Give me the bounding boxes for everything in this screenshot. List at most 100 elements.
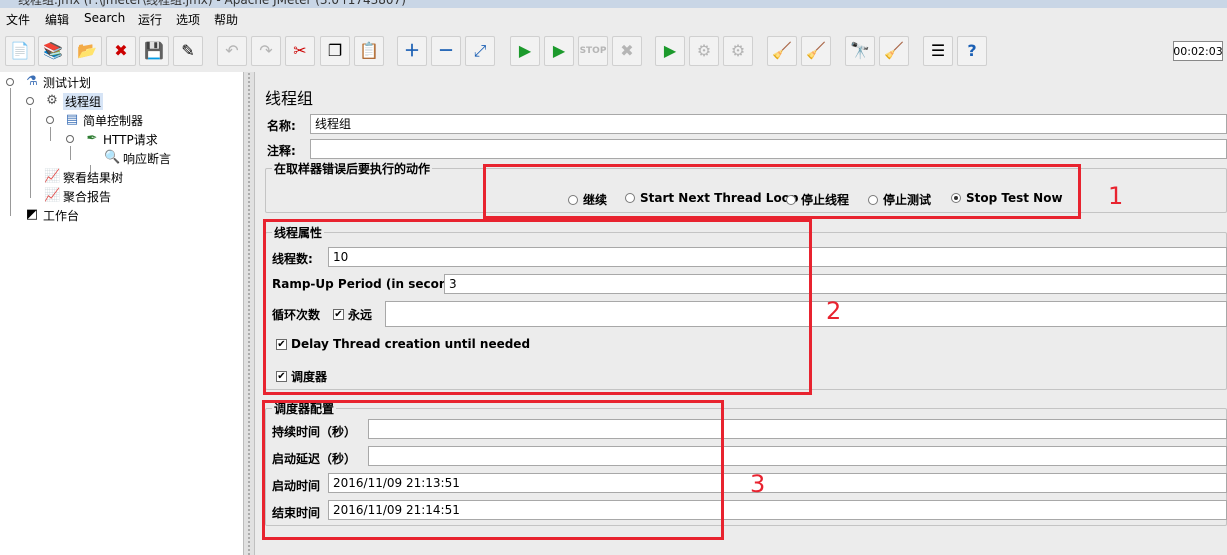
- save-as-button[interactable]: ✎: [173, 36, 203, 66]
- toolbar: 📄 📚 📂 ✖ 💾 ✎ ↶ ↷ ✂ ❐ 📋 ＋ － ⤢ ▶ ▶ STOP ✖ ▶…: [0, 30, 1227, 73]
- menu-file[interactable]: 文件: [6, 11, 30, 28]
- tree-item-test-plan[interactable]: ⚗ 测试计划: [24, 73, 91, 91]
- tree-item-simple-controller[interactable]: ▤ 简单控制器: [64, 111, 143, 129]
- open-button[interactable]: 📂: [72, 36, 102, 66]
- broom-icon: 🧹: [772, 41, 792, 60]
- new-file-icon: 📄: [10, 41, 30, 60]
- tree-expander[interactable]: [26, 97, 34, 105]
- help-icon: ?: [967, 41, 977, 60]
- binoculars-icon: 🔭: [850, 41, 870, 60]
- paste-icon: 📋: [359, 41, 379, 60]
- magnifier-icon: 🔍: [104, 150, 121, 165]
- menu-bar: 文件 编辑 Search 运行 选项 帮助: [0, 8, 1227, 30]
- tree-expander[interactable]: [66, 135, 74, 143]
- remote-play-icon: ▶: [663, 41, 677, 60]
- toggle-button[interactable]: ⤢: [465, 36, 495, 66]
- undo-button[interactable]: ↶: [217, 36, 247, 66]
- close-button[interactable]: ✖: [106, 36, 136, 66]
- close-file-icon: ✖: [114, 41, 128, 60]
- new-button[interactable]: 📄: [5, 36, 35, 66]
- stop-button[interactable]: STOP: [578, 36, 608, 66]
- templates-icon: 📚: [43, 41, 63, 60]
- stop-icon: STOP: [579, 45, 607, 56]
- controller-icon: ▤: [65, 112, 79, 127]
- annotation-box-2: [263, 219, 812, 395]
- search-button[interactable]: 🔭: [845, 36, 875, 66]
- clear-button[interactable]: 🧹: [767, 36, 797, 66]
- folder-icon: 📂: [77, 41, 97, 60]
- scissors-icon: ✂: [293, 41, 307, 60]
- brooms-icon: 🧹: [806, 41, 826, 60]
- minus-icon: －: [437, 41, 454, 60]
- clear-all-button[interactable]: 🧹: [801, 36, 831, 66]
- menu-edit[interactable]: 编辑: [45, 11, 69, 28]
- elapsed-timer: 00:02:03: [1173, 41, 1223, 61]
- shutdown-icon: ✖: [620, 41, 634, 60]
- menu-help[interactable]: 帮助: [214, 11, 238, 28]
- tree-line: [50, 127, 51, 141]
- tree-line: [30, 108, 31, 198]
- copy-button[interactable]: ❐: [320, 36, 350, 66]
- remote-stop-button[interactable]: ⚙: [689, 36, 719, 66]
- sweep-icon: 🧹: [884, 41, 904, 60]
- tree-item-view-results-tree[interactable]: 📈 察看结果树: [44, 168, 123, 186]
- annotation-box-3: [262, 400, 724, 540]
- annotation-number-2: 2: [826, 297, 842, 325]
- tree-line: [70, 146, 71, 160]
- copy-icon: ❐: [327, 41, 343, 60]
- play-no-timer-icon: ▶: [552, 41, 566, 60]
- error-action-legend: 在取样器错误后要执行的动作: [274, 162, 431, 176]
- reset-search-button[interactable]: 🧹: [879, 36, 909, 66]
- remote-shutdown-icon: ⚙: [730, 41, 746, 60]
- tree-line: [10, 88, 11, 216]
- function-helper-button[interactable]: ☰: [923, 36, 953, 66]
- comment-label: 注释:: [267, 144, 296, 158]
- tree-expander[interactable]: [46, 116, 54, 124]
- start-no-pause-button[interactable]: ▶: [544, 36, 574, 66]
- test-plan-tree: ⚗ 测试计划 ⚙ 线程组 ▤ 简单控制器 ✒ HTTP请求 🔍 响应断言 📈 察…: [0, 72, 244, 555]
- cut-button[interactable]: ✂: [285, 36, 315, 66]
- tree-expander[interactable]: [6, 78, 14, 86]
- test-plan-icon: ⚗: [26, 74, 38, 89]
- remote-shutdown-button[interactable]: ⚙: [723, 36, 753, 66]
- save-button[interactable]: 💾: [139, 36, 169, 66]
- plus-icon: ＋: [403, 41, 420, 60]
- templates-button[interactable]: 📚: [38, 36, 68, 66]
- comment-field[interactable]: [310, 139, 1227, 159]
- play-icon: ▶: [518, 41, 532, 60]
- chart-icon: 📈: [44, 169, 61, 184]
- help-button[interactable]: ?: [957, 36, 987, 66]
- paste-button[interactable]: 📋: [354, 36, 384, 66]
- redo-icon: ↷: [259, 41, 273, 60]
- window-titlebar: 线程组.jmx (F:\jmeter\线程组.jmx) - Apache JMe…: [0, 0, 1227, 8]
- start-button[interactable]: ▶: [510, 36, 540, 66]
- tree-item-aggregate-report[interactable]: 📈 聚合报告: [44, 187, 111, 205]
- tree-item-workbench[interactable]: ◩ 工作台: [24, 206, 79, 224]
- workbench-icon: ◩: [25, 207, 39, 222]
- tree-item-http-request[interactable]: ✒ HTTP请求: [84, 130, 158, 148]
- menu-options[interactable]: 选项: [176, 11, 200, 28]
- panel-title: 线程组: [265, 89, 314, 108]
- annotation-number-3: 3: [750, 470, 766, 498]
- splitter-grip: [247, 72, 251, 555]
- annotation-number-1: 1: [1108, 182, 1124, 210]
- redo-button[interactable]: ↷: [251, 36, 281, 66]
- gear-icon: ⚙: [46, 93, 58, 108]
- name-label: 名称:: [267, 119, 296, 133]
- collapse-button[interactable]: －: [431, 36, 461, 66]
- tree-item-thread-group[interactable]: ⚙ 线程组: [44, 92, 104, 110]
- menu-run[interactable]: 运行: [138, 11, 162, 28]
- window-title: 线程组.jmx (F:\jmeter\线程组.jmx) - Apache JMe…: [18, 0, 406, 7]
- split-pane-divider[interactable]: [244, 72, 255, 555]
- name-field[interactable]: 线程组: [310, 114, 1227, 134]
- list-icon: ☰: [930, 41, 946, 60]
- remote-start-button[interactable]: ▶: [655, 36, 685, 66]
- save-icon: 💾: [144, 41, 164, 60]
- expand-button[interactable]: ＋: [397, 36, 427, 66]
- shutdown-button[interactable]: ✖: [612, 36, 642, 66]
- remote-stop-icon: ⚙: [696, 41, 712, 60]
- menu-search[interactable]: Search: [84, 11, 125, 25]
- tree-item-response-assertion[interactable]: 🔍 响应断言: [104, 149, 171, 167]
- chart-icon: 📈: [44, 188, 61, 203]
- annotation-box-1: [483, 164, 1081, 219]
